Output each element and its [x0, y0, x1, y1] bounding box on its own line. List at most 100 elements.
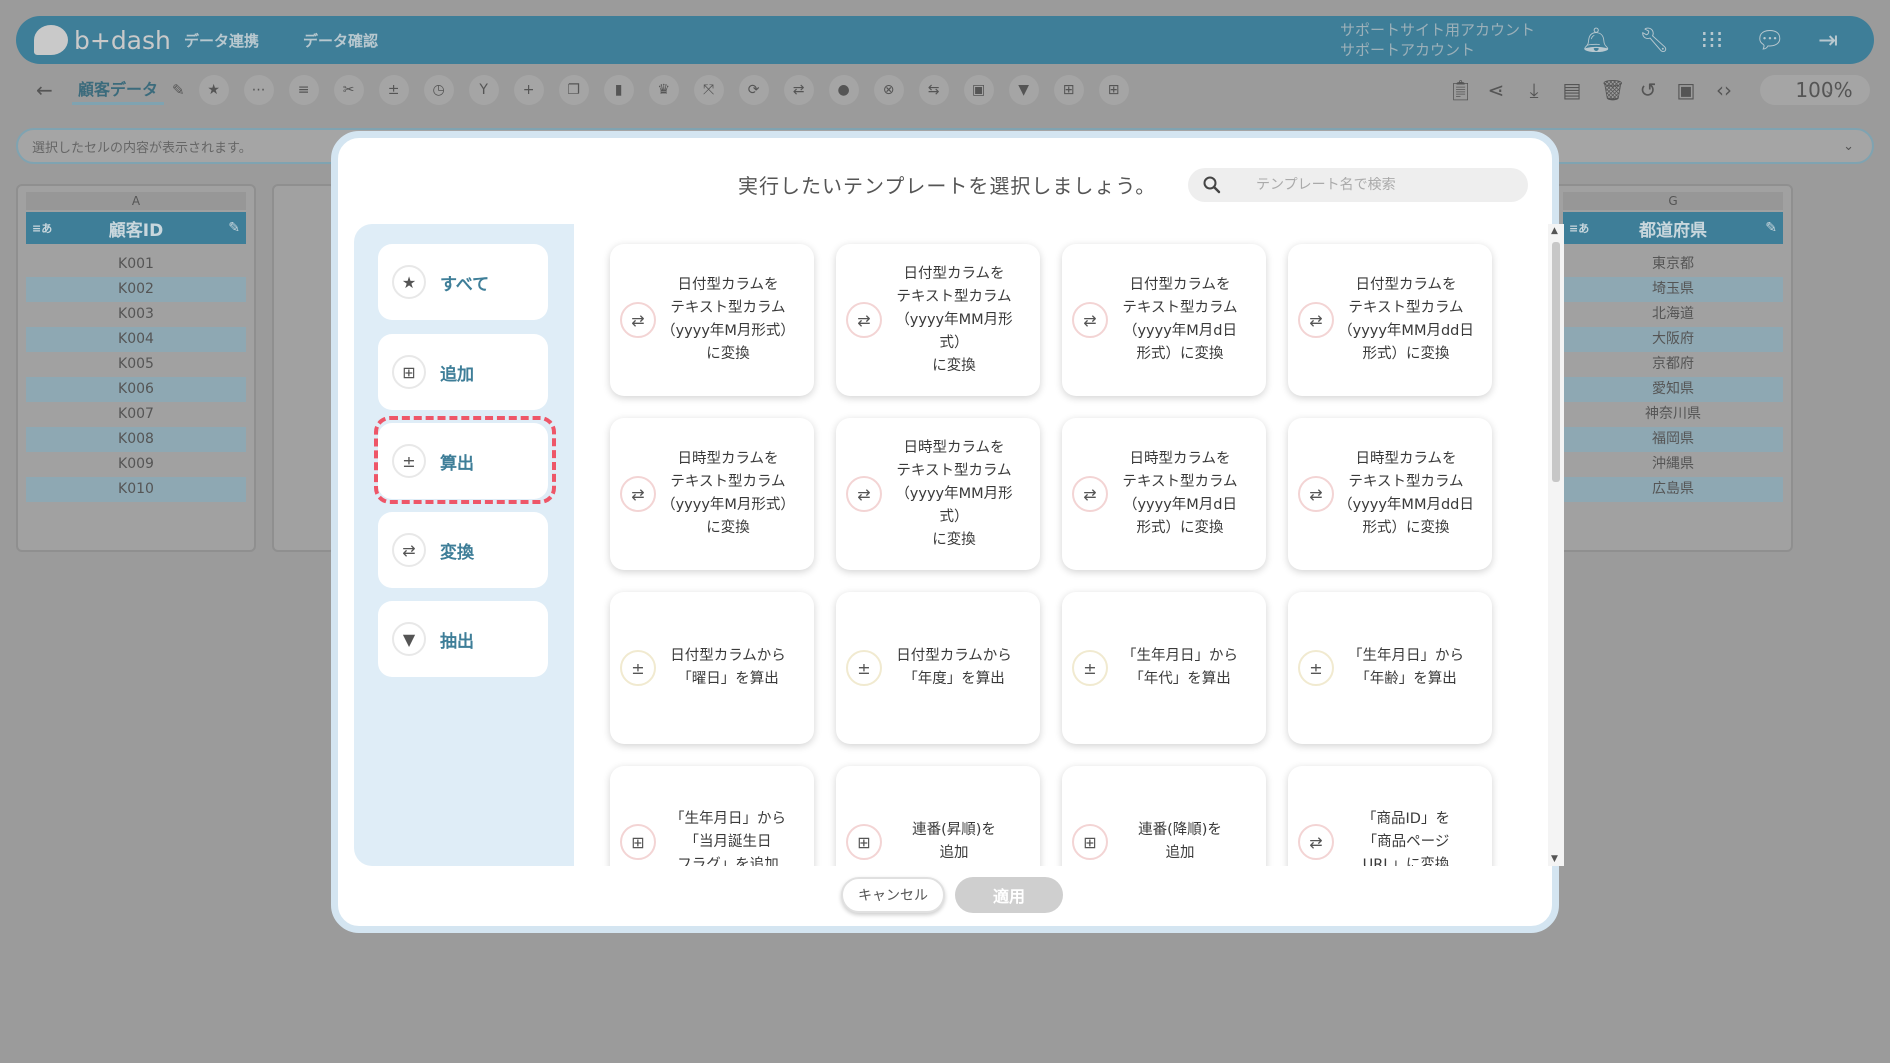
logo-text: b+dash: [74, 25, 171, 55]
table-cell[interactable]: 愛知県: [1563, 377, 1783, 402]
sheet-icon[interactable]: ▤: [1562, 78, 1582, 102]
table-cell[interactable]: 福岡県: [1563, 427, 1783, 452]
chevron-down-icon[interactable]: ⌄: [1843, 139, 1854, 154]
table-cell[interactable]: 京都府: [1563, 352, 1783, 377]
category-convert[interactable]: ⇄ 変換: [378, 512, 548, 588]
column-header[interactable]: ≡あ 顧客ID ✎: [26, 212, 246, 244]
template-card[interactable]: ± 「生年月日」から 「年齢」を算出: [1288, 592, 1492, 744]
frame-tool-icon[interactable]: ▣: [963, 75, 994, 105]
edit-column-icon[interactable]: ✎: [228, 220, 240, 236]
apps-grid-icon[interactable]: ⁝⁝⁝: [1696, 26, 1728, 54]
cell-content-placeholder: 選択したセルの内容が表示されます。: [32, 140, 252, 156]
logo[interactable]: b+dash: [34, 25, 184, 55]
template-card[interactable]: ⊞ 連番(降順)を 追加: [1062, 766, 1266, 866]
logout-icon[interactable]: ⇥: [1812, 26, 1844, 54]
bag-tool-icon[interactable]: ●: [828, 75, 859, 105]
favorite-tool-icon[interactable]: ★: [198, 75, 229, 105]
template-card[interactable]: ⇄ 日付型カラムを テキスト型カラム （yyyy年MM月形式） に変換: [836, 244, 1040, 396]
template-name: 日付型カラムを テキスト型カラム （yyyy年M月形式） に変換: [661, 277, 795, 362]
table-cell[interactable]: K009: [26, 452, 246, 477]
table-cell[interactable]: K006: [26, 377, 246, 402]
back-arrow-icon[interactable]: ←: [36, 78, 66, 102]
share-icon[interactable]: ⋖: [1486, 78, 1506, 102]
table-cell[interactable]: K008: [26, 427, 246, 452]
template-card[interactable]: ± 日付型カラムから 「曜日」を算出: [610, 592, 814, 744]
convert-tool-icon[interactable]: ⇄: [783, 75, 814, 105]
table-cell[interactable]: 北海道: [1563, 302, 1783, 327]
search-input[interactable]: [1256, 177, 1506, 193]
template-card[interactable]: ⇄ 日付型カラムを テキスト型カラム （yyyy年M月d日 形式）に変換: [1062, 244, 1266, 396]
template-card[interactable]: ⇄ 日時型カラムを テキスト型カラム （yyyy年MM月形式） に変換: [836, 418, 1040, 570]
table-cell[interactable]: K001: [26, 252, 246, 277]
table-cell[interactable]: K002: [26, 277, 246, 302]
template-card[interactable]: ± 「生年月日」から 「年代」を算出: [1062, 592, 1266, 744]
scroll-thumb[interactable]: [1552, 242, 1560, 482]
nav-data-link[interactable]: データ連携: [184, 30, 259, 51]
scroll-up-icon[interactable]: ▲: [1551, 226, 1558, 236]
template-card[interactable]: ⇄ 日付型カラムを テキスト型カラム （yyyy年M月形式） に変換: [610, 244, 814, 396]
list-tool-icon[interactable]: ≡: [288, 75, 319, 105]
category-all[interactable]: ★ すべて: [378, 244, 548, 320]
template-scrollbar[interactable]: ▲ ▼: [1548, 224, 1564, 866]
wrench-icon[interactable]: 🔧︎: [1638, 26, 1670, 54]
more-tool-icon[interactable]: ⋯: [243, 75, 274, 105]
trash-icon[interactable]: 🗑︎: [1600, 78, 1625, 102]
chat-icon[interactable]: 💬︎: [1754, 26, 1786, 54]
template-card[interactable]: ⊞ 連番(昇順)を 追加: [836, 766, 1040, 866]
table-cell[interactable]: K003: [26, 302, 246, 327]
template-card[interactable]: ⊞ 「生年月日」から 「当月誕生日 フラグ」を追加: [610, 766, 814, 866]
table-cell[interactable]: K010: [26, 477, 246, 502]
table-cell[interactable]: K005: [26, 352, 246, 377]
history-icon[interactable]: ↺: [1638, 78, 1658, 102]
table-cell[interactable]: K007: [26, 402, 246, 427]
edit-name-icon[interactable]: ✎: [172, 81, 185, 99]
table-cell[interactable]: 東京都: [1563, 252, 1783, 277]
zoom-select[interactable]: 100% ⌄: [1760, 75, 1870, 105]
delete-tool-icon[interactable]: ▮: [603, 75, 634, 105]
template-search[interactable]: [1188, 168, 1528, 202]
template-card[interactable]: ⇄ 「商品ID」を 「商品ページ URL」に変換: [1288, 766, 1492, 866]
crown-tool-icon[interactable]: ♛: [648, 75, 679, 105]
template-card[interactable]: ⇄ 日時型カラムを テキスト型カラム （yyyy年MM月dd日 形式）に変換: [1288, 418, 1492, 570]
tools-icon[interactable]: ✂: [333, 75, 364, 105]
group-tool-icon[interactable]: ⊞: [1053, 75, 1084, 105]
category-extract[interactable]: ▼ 抽出: [378, 601, 548, 677]
cancel-tool-icon[interactable]: ⊗: [873, 75, 904, 105]
add-tool-icon[interactable]: +: [513, 75, 544, 105]
edit-column-icon[interactable]: ✎: [1765, 220, 1777, 236]
convert-icon: ⇄: [620, 302, 656, 338]
scroll-down-icon[interactable]: ▼: [1551, 854, 1558, 864]
filter-tool-icon[interactable]: ▼: [1008, 75, 1039, 105]
document-name[interactable]: 顧客データ: [72, 76, 165, 105]
plus-box-icon: ⊞: [1072, 824, 1108, 860]
copy-tool-icon[interactable]: ❐: [558, 75, 589, 105]
calc-tool-icon[interactable]: ±: [378, 75, 409, 105]
category-add[interactable]: ⊞ 追加: [378, 334, 548, 410]
table-tool-icon[interactable]: ⊞: [1098, 75, 1129, 105]
download-icon[interactable]: ⤓: [1524, 78, 1544, 102]
table-cell[interactable]: 神奈川県: [1563, 402, 1783, 427]
code-icon[interactable]: ‹›: [1714, 78, 1734, 102]
clipboard-icon[interactable]: 📋︎: [1448, 78, 1473, 102]
merge-tool-icon[interactable]: Y: [468, 75, 499, 105]
template-card[interactable]: ⇄ 日時型カラムを テキスト型カラム （yyyy年M月d日 形式）に変換: [1062, 418, 1266, 570]
apply-button[interactable]: 適用: [955, 877, 1063, 913]
account-info[interactable]: サポートサイト用アカウント サポートアカウント: [1340, 20, 1560, 60]
bell-icon[interactable]: 🔔︎: [1580, 26, 1612, 54]
table-cell[interactable]: 埼玉県: [1563, 277, 1783, 302]
column-header[interactable]: ≡あ 都道府県 ✎: [1563, 212, 1783, 244]
swap-tool-icon[interactable]: ⇆: [918, 75, 949, 105]
expand-tool-icon[interactable]: ⤧: [693, 75, 724, 105]
table-cell[interactable]: 大阪府: [1563, 327, 1783, 352]
template-card[interactable]: ⇄ 日時型カラムを テキスト型カラム （yyyy年M月形式） に変換: [610, 418, 814, 570]
save-icon[interactable]: ▣: [1676, 78, 1696, 102]
template-card[interactable]: ± 日付型カラムから 「年度」を算出: [836, 592, 1040, 744]
table-cell[interactable]: 沖縄県: [1563, 452, 1783, 477]
cancel-button[interactable]: キャンセル: [841, 877, 945, 913]
repeat-tool-icon[interactable]: ⟳: [738, 75, 769, 105]
template-card[interactable]: ⇄ 日付型カラムを テキスト型カラム （yyyy年MM月dd日 形式）に変換: [1288, 244, 1492, 396]
table-cell[interactable]: K004: [26, 327, 246, 352]
timer-tool-icon[interactable]: ◷: [423, 75, 454, 105]
nav-data-check[interactable]: データ確認: [303, 30, 378, 51]
table-cell[interactable]: 広島県: [1563, 477, 1783, 502]
